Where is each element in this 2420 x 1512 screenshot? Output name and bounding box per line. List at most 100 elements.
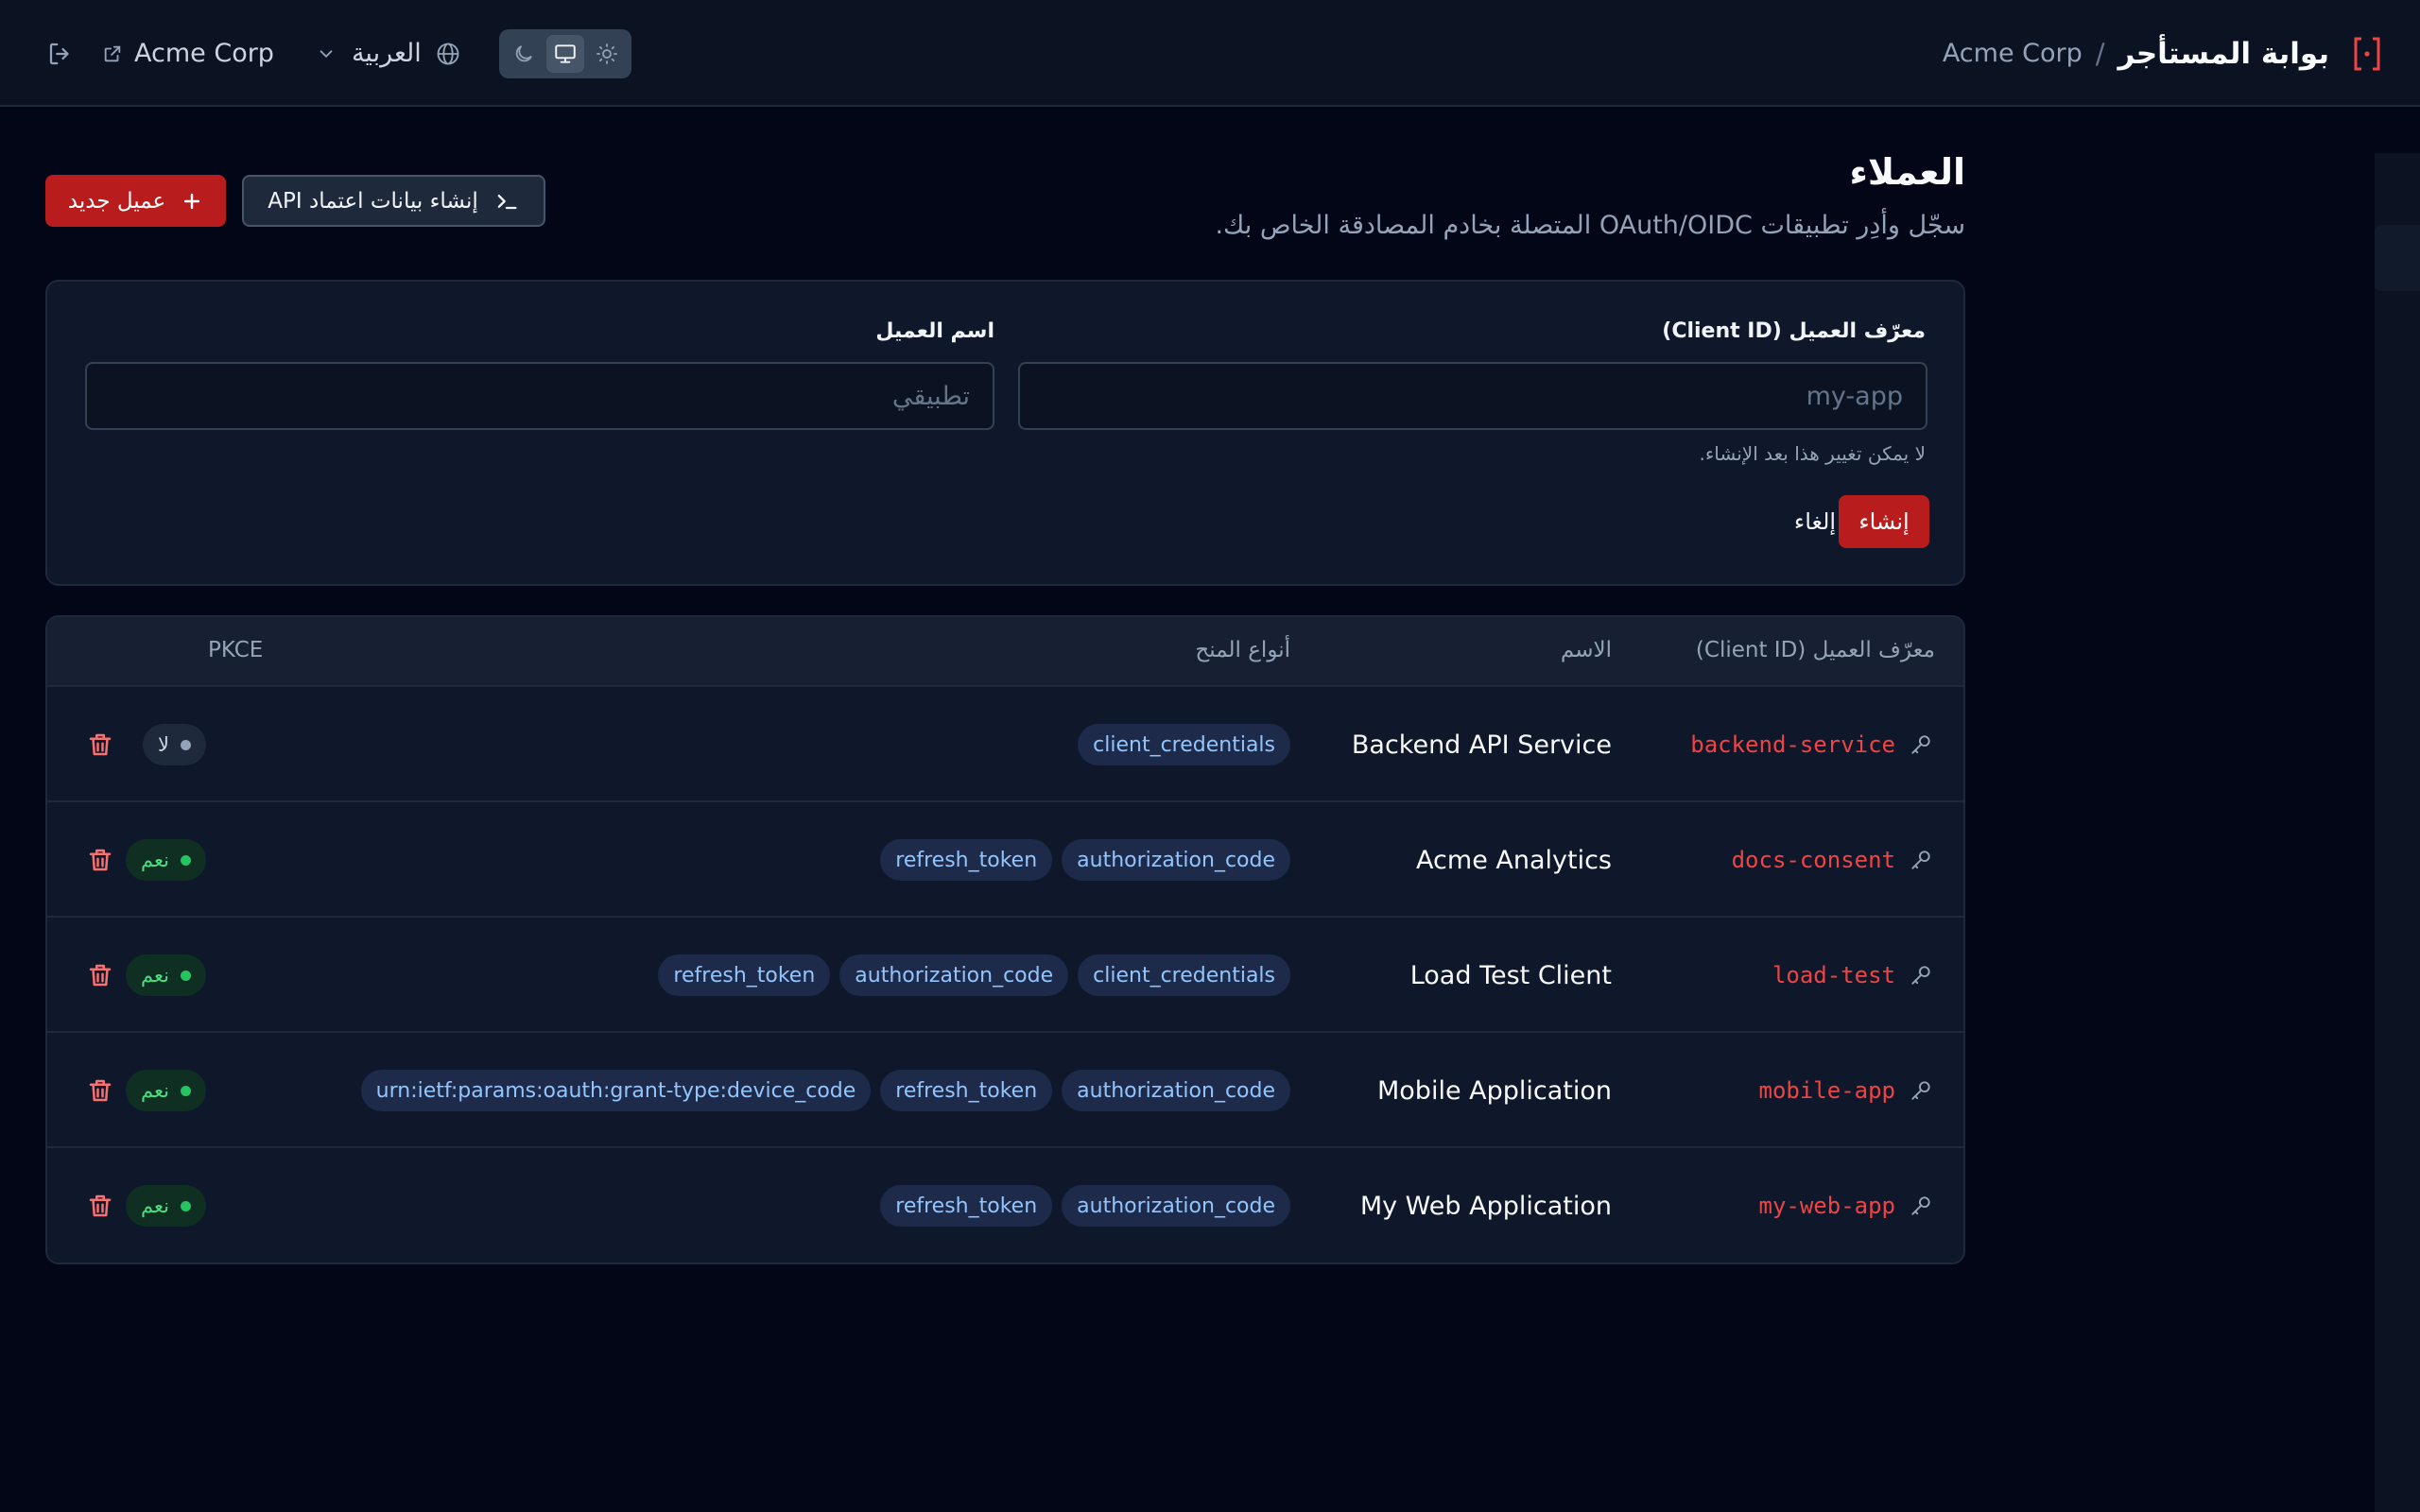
client-id-cell: mobile-app bbox=[1759, 1033, 1936, 1148]
column-grant-types: أنواع المنح bbox=[1195, 638, 1290, 662]
key-icon bbox=[1909, 962, 1935, 988]
pkce-badge: نعم bbox=[126, 1070, 206, 1111]
cancel-button[interactable]: إلغاء bbox=[1787, 495, 1843, 548]
delete-cell bbox=[81, 802, 119, 918]
create-button[interactable]: إنشاء bbox=[1839, 495, 1929, 548]
grant-type-chip: client_credentials bbox=[1078, 724, 1290, 765]
grant-type-chip: authorization_code bbox=[1062, 839, 1290, 881]
trash-icon[interactable] bbox=[81, 726, 119, 764]
language-label: العربية bbox=[351, 39, 422, 68]
breadcrumb-tenant[interactable]: Acme Corp bbox=[1943, 39, 2083, 68]
pkce-cell: نعم bbox=[126, 1148, 206, 1263]
bracket-dot-icon bbox=[2352, 35, 2382, 73]
plus-icon bbox=[179, 189, 203, 214]
grant-types-cell: authorization_code refresh_token bbox=[880, 802, 1290, 918]
pkce-badge: نعم bbox=[126, 1185, 206, 1227]
trash-icon[interactable] bbox=[81, 956, 119, 994]
scrollbar-track[interactable] bbox=[2375, 153, 2420, 1512]
status-dot-icon bbox=[181, 1200, 191, 1211]
pkce-label: نعم bbox=[141, 1194, 169, 1217]
theme-toggle bbox=[498, 28, 631, 78]
breadcrumb-separator: / bbox=[2095, 37, 2105, 70]
pkce-label: نعم bbox=[141, 849, 169, 871]
monitor-icon[interactable] bbox=[545, 34, 584, 73]
table-row: my-web-app My Web Application authorizat… bbox=[47, 1148, 1963, 1263]
moon-icon[interactable] bbox=[505, 35, 543, 73]
client-id-value[interactable]: load-test bbox=[1772, 962, 1895, 988]
pkce-badge: نعم bbox=[126, 839, 206, 881]
client-id-value[interactable]: backend-service bbox=[1690, 731, 1895, 758]
column-client-id: معرّف العميل (Client ID) bbox=[1695, 638, 1935, 662]
column-name: الاسم bbox=[1560, 638, 1612, 662]
trash-icon[interactable] bbox=[81, 1072, 119, 1109]
client-id-value[interactable]: my-web-app bbox=[1759, 1193, 1896, 1219]
grant-types-cell: client_credentials bbox=[1078, 687, 1290, 802]
pkce-badge: لا bbox=[143, 724, 206, 765]
client-id-cell: backend-service bbox=[1690, 687, 1935, 802]
org-link-label: Acme Corp bbox=[134, 39, 274, 68]
grant-type-chip: refresh_token bbox=[658, 954, 831, 996]
client-id-hint: لا يمكن تغيير هذا بعد الإنشاء. bbox=[1699, 442, 1926, 465]
pkce-cell: نعم bbox=[126, 1033, 206, 1148]
client-name-cell: Mobile Application bbox=[1376, 1075, 1612, 1106]
client-id-input[interactable] bbox=[1018, 362, 1927, 430]
status-dot-icon bbox=[181, 970, 191, 981]
grant-type-chip: urn:ietf:params:oauth:grant-type:device_… bbox=[360, 1070, 872, 1111]
client-id-cell: my-web-app bbox=[1759, 1148, 1936, 1263]
org-external-link[interactable]: Acme Corp bbox=[102, 39, 274, 68]
portal-title: بوابة المستأجر bbox=[2118, 36, 2329, 71]
grant-types-cell: authorization_code refresh_token urn:ietf:… bbox=[360, 1033, 1290, 1148]
table-header: معرّف العميل (Client ID) الاسم أنواع الم… bbox=[47, 617, 1963, 687]
table-row: load-test Load Test Client client_creden… bbox=[47, 918, 1963, 1033]
client-id-value[interactable]: docs-consent bbox=[1732, 847, 1895, 873]
chevron-down-icon bbox=[316, 43, 338, 65]
client-id-label: معرّف العميل (Client ID) bbox=[1662, 319, 1926, 343]
delete-cell bbox=[81, 918, 119, 1033]
delete-cell bbox=[81, 687, 119, 802]
pkce-label: نعم bbox=[141, 964, 169, 987]
create-api-credentials-label: إنشاء بيانات اعتماد API bbox=[268, 188, 478, 214]
external-link-icon bbox=[102, 42, 127, 66]
pkce-cell: نعم bbox=[126, 802, 206, 918]
table-row: backend-service Backend API Service clie… bbox=[47, 687, 1963, 802]
grant-type-chip: refresh_token bbox=[880, 839, 1053, 881]
client-id-value[interactable]: mobile-app bbox=[1759, 1077, 1896, 1104]
pkce-cell: نعم bbox=[126, 918, 206, 1033]
pkce-label: لا bbox=[158, 733, 169, 756]
new-client-form: معرّف العميل (Client ID) لا يمكن تغيير ه… bbox=[45, 280, 1965, 586]
language-selector[interactable]: العربية bbox=[316, 39, 463, 68]
grant-type-chip: refresh_token bbox=[880, 1070, 1053, 1111]
client-id-cell: load-test bbox=[1772, 918, 1935, 1033]
key-icon bbox=[1909, 1193, 1935, 1219]
client-id-cell: docs-consent bbox=[1732, 802, 1935, 918]
pkce-badge: نعم bbox=[126, 954, 206, 996]
globe-icon bbox=[435, 40, 463, 68]
grant-type-chip: authorization_code bbox=[839, 954, 1069, 996]
delete-cell bbox=[81, 1033, 119, 1148]
scrollbar-thumb[interactable] bbox=[2375, 225, 2420, 291]
grant-types-cell: client_credentials authorization_code refr… bbox=[658, 918, 1290, 1033]
table-row: mobile-app Mobile Application authorizat… bbox=[47, 1033, 1963, 1148]
header-actions: Acme Corp العربية bbox=[42, 0, 631, 107]
key-icon bbox=[1909, 1077, 1935, 1104]
new-client-button[interactable]: عميل جديد bbox=[45, 175, 226, 227]
client-name-input[interactable] bbox=[85, 362, 994, 430]
key-icon bbox=[1909, 847, 1935, 873]
grant-type-chip: client_credentials bbox=[1078, 954, 1290, 996]
trash-icon[interactable] bbox=[81, 1187, 119, 1225]
create-api-credentials-button[interactable]: إنشاء بيانات اعتماد API bbox=[242, 175, 545, 227]
status-dot-icon bbox=[181, 854, 191, 866]
trash-icon[interactable] bbox=[81, 841, 119, 879]
client-name-cell: Backend API Service bbox=[1351, 730, 1612, 760]
top-header: بوابة المستأجر / Acme Corp Acme Corp الع… bbox=[0, 0, 2420, 107]
status-dot-icon bbox=[181, 1085, 191, 1096]
logout-icon[interactable] bbox=[42, 35, 79, 73]
column-pkce: PKCE bbox=[208, 638, 264, 662]
sun-icon[interactable] bbox=[588, 35, 626, 73]
brand: بوابة المستأجر / Acme Corp bbox=[1943, 0, 2382, 107]
client-name-cell: Acme Analytics bbox=[1416, 845, 1612, 875]
page-subtitle: سجّل وأدِر تطبيقات OAuth/OIDC المتصلة بخ… bbox=[1215, 211, 1965, 240]
grant-type-chip: refresh_token bbox=[880, 1185, 1053, 1227]
grant-type-chip: authorization_code bbox=[1062, 1185, 1290, 1227]
terminal-icon bbox=[492, 187, 520, 215]
